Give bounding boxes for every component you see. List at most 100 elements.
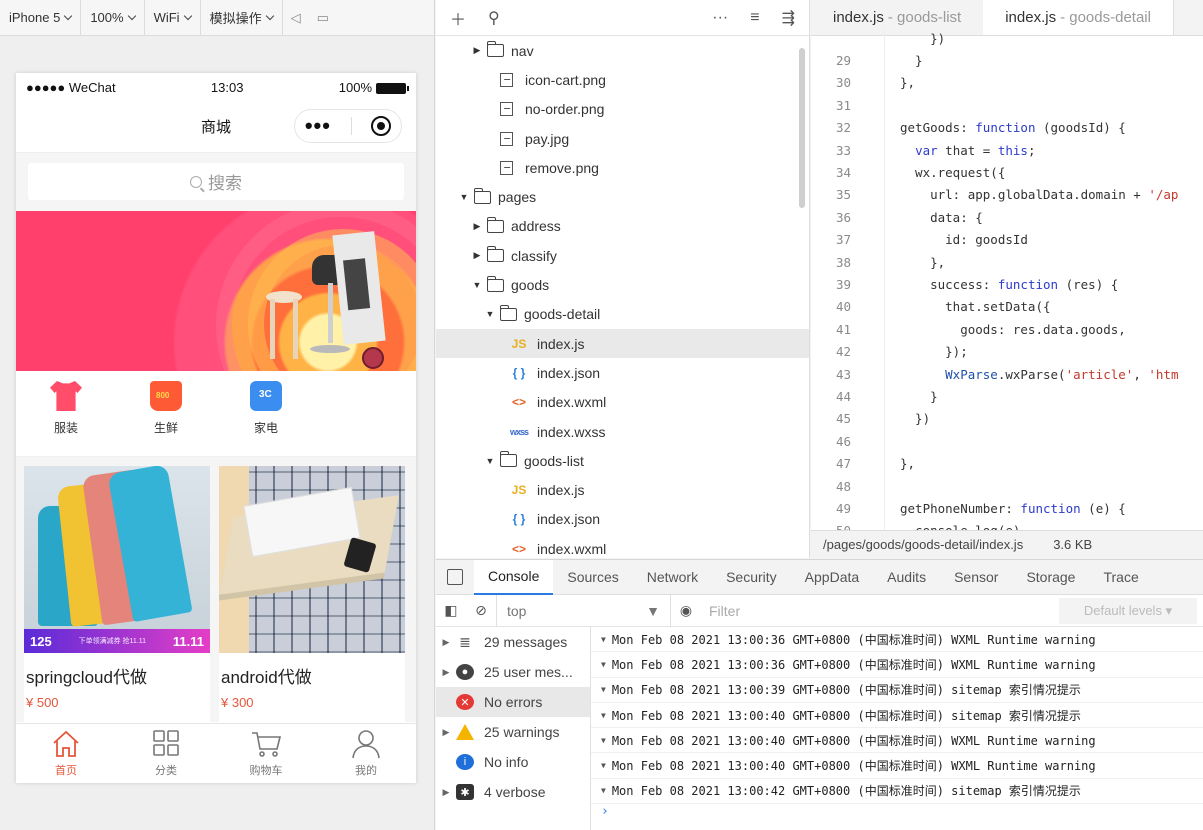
file-tree-item[interactable]: ▼ goods-list [436, 446, 809, 475]
tab-category[interactable]: 分类 [116, 724, 216, 783]
console-message[interactable]: ▼ Mon Feb 08 2021 13:00:40 GMT+0800 (中国标准… [591, 753, 1203, 779]
file-tree-item[interactable]: ▼ goods [436, 270, 809, 299]
devtools-tab-trace[interactable]: Trace [1089, 560, 1152, 595]
category-fresh[interactable]: 生鲜 [116, 381, 216, 456]
console-message[interactable]: ▼ Mon Feb 08 2021 13:00:40 GMT+0800 (中国标准… [591, 703, 1203, 729]
file-tree-item[interactable]: <> index.wxml [436, 534, 809, 558]
search-icon[interactable]: ⚲ [488, 8, 500, 28]
search-input[interactable]: 搜索 [28, 163, 404, 200]
banner-carousel[interactable] [16, 211, 416, 371]
close-target-icon[interactable] [371, 116, 392, 136]
console-filter-item[interactable]: ▶ ✱ 4 verbose [436, 777, 590, 807]
file-tree-item[interactable]: ▶ nav [436, 36, 809, 65]
expand-arrow-icon[interactable]: ▼ [601, 660, 606, 669]
levels-select[interactable]: Default levels ▾ [1059, 597, 1197, 624]
console-message[interactable]: ▼ Mon Feb 08 2021 13:00:36 GMT+0800 (中国标准… [591, 652, 1203, 678]
screen-icon[interactable]: ▭ [309, 10, 337, 26]
file-tree-item[interactable]: ▼ pages [436, 182, 809, 211]
expand-arrow-icon[interactable]: ▶ [436, 727, 456, 738]
expand-arrow-icon[interactable]: ▼ [601, 786, 606, 795]
more-icon[interactable]: ··· [712, 9, 728, 27]
code-area[interactable]: }) 29 } 30}, 31 32 getGoods: function (goodsI… [811, 27, 1203, 547]
expanded-arrow-icon[interactable]: ▼ [471, 280, 483, 290]
battery-text: 100% [338, 79, 372, 95]
console-filter-item[interactable]: ✕ No errors [436, 687, 590, 717]
network-select[interactable]: WiFi [145, 0, 201, 36]
devtools-tab-audits[interactable]: Audits [873, 560, 940, 595]
console-message[interactable]: ▼ Mon Feb 08 2021 13:00:39 GMT+0800 (中国标准… [591, 678, 1203, 703]
expand-arrow-icon[interactable]: ▼ [601, 761, 606, 770]
expand-arrow-icon[interactable]: ▼ [601, 635, 606, 644]
expand-arrow-icon[interactable]: ▶ [436, 637, 456, 648]
file-tree-item[interactable]: remove.png [436, 153, 809, 182]
console-filter-item[interactable]: ▶ 25 warnings [436, 717, 590, 747]
console-filter-item[interactable]: i No info [436, 747, 590, 777]
goods-price: ¥ 300 [221, 695, 254, 710]
expand-arrow-icon[interactable]: ▶ [436, 667, 456, 678]
zoom-select[interactable]: 100% [81, 0, 145, 36]
console-filter-item[interactable]: ▶ ● 25 user mes... [436, 657, 590, 687]
file-tree-item[interactable]: no-order.png [436, 95, 809, 124]
console-prompt[interactable]: › [591, 804, 1203, 819]
file-tree-item[interactable]: { } index.json [436, 505, 809, 534]
tab-cart[interactable]: 购物车 [216, 724, 316, 783]
console-filter-item[interactable]: ▶ ≣ 29 messages [436, 627, 590, 657]
file-tree-item[interactable]: ▶ classify [436, 241, 809, 270]
devtools-tab-sensor[interactable]: Sensor [940, 560, 1012, 595]
file-tree-item[interactable]: <> index.wxml [436, 388, 809, 417]
file-tree-item[interactable]: icon-cart.png [436, 65, 809, 94]
collapsed-arrow-icon[interactable]: ▶ [471, 45, 483, 56]
goods-card[interactable]: android代做 ¥ 300 [219, 466, 405, 722]
device-select[interactable]: iPhone 5 [0, 0, 82, 36]
volume-icon[interactable]: ◁ [283, 10, 309, 26]
console-filter-label: 25 user mes... [484, 664, 573, 680]
add-icon[interactable]: ＋ [450, 6, 466, 30]
file-tree-item[interactable]: ▶ address [436, 212, 809, 241]
collapsed-arrow-icon[interactable]: ▶ [471, 221, 483, 232]
inspect-button[interactable] [436, 569, 474, 585]
folder-icon [474, 187, 491, 204]
split-icon[interactable]: ⇶ [782, 8, 795, 28]
category-appliance[interactable]: 家电 [216, 381, 316, 456]
file-tree-item[interactable]: JS index.js [436, 328, 809, 359]
collapsed-arrow-icon[interactable]: ▶ [471, 250, 483, 261]
tab-label: 分类 [155, 765, 177, 777]
sidebar-toggle-icon[interactable]: ◧ [436, 602, 466, 619]
devtools-tab-security[interactable]: Security [712, 560, 791, 595]
wxml-file-icon: <> [511, 541, 526, 556]
expand-arrow-icon[interactable]: ▶ [436, 787, 456, 798]
expand-arrow-icon[interactable]: ▼ [601, 736, 606, 745]
folder-icon [500, 451, 517, 468]
tab-mine[interactable]: 我的 [316, 724, 416, 783]
eye-icon[interactable]: ◉ [671, 602, 701, 619]
context-select[interactable]: top ▼ [496, 594, 671, 627]
console-message[interactable]: ▼ Mon Feb 08 2021 13:00:36 GMT+0800 (中国标准… [591, 627, 1203, 653]
expanded-arrow-icon[interactable]: ▼ [484, 309, 496, 319]
category-clothing[interactable]: 服装 [16, 381, 116, 456]
filter-input[interactable]: Filter [701, 595, 1059, 627]
console-message[interactable]: ▼ Mon Feb 08 2021 13:00:42 GMT+0800 (中国标准… [591, 779, 1203, 805]
devtools-tab-storage[interactable]: Storage [1012, 560, 1089, 595]
expanded-arrow-icon[interactable]: ▼ [484, 456, 496, 466]
devtools-tab-appdata[interactable]: AppData [791, 560, 873, 595]
file-tree-item[interactable]: JS index.js [436, 475, 809, 504]
goods-card[interactable]: 125 下单领满减券 抢11.11 11.11 springcloud代做 ¥ … [24, 466, 210, 722]
clear-console-icon[interactable]: ⊘ [466, 602, 496, 619]
devtools-tab-sources[interactable]: Sources [553, 560, 632, 595]
devtools-tab-network[interactable]: Network [633, 560, 712, 595]
expand-arrow-icon[interactable]: ▼ [601, 711, 606, 720]
console-message[interactable]: ▼ Mon Feb 08 2021 13:00:40 GMT+0800 (中国标准… [591, 728, 1203, 754]
code-line: 41 goods: res.data.goods, [811, 318, 1203, 340]
file-tree-item[interactable]: wxss index.wxss [436, 417, 809, 446]
tab-home[interactable]: 首页 [16, 724, 116, 783]
expand-arrow-icon[interactable]: ▼ [601, 685, 606, 694]
file-tree-item[interactable]: ▼ goods-detail [436, 300, 809, 329]
more-icon[interactable]: ••• [305, 115, 331, 137]
file-tree-item[interactable]: pay.jpg [436, 124, 809, 153]
explorer-scrollbar[interactable] [799, 48, 805, 208]
file-tree-item[interactable]: { } index.json [436, 358, 809, 387]
sort-icon[interactable]: ≡ [750, 9, 759, 27]
devtools-tab-console[interactable]: Console [474, 559, 554, 595]
expanded-arrow-icon[interactable]: ▼ [458, 192, 470, 202]
operation-select[interactable]: 模拟操作 [201, 0, 283, 36]
